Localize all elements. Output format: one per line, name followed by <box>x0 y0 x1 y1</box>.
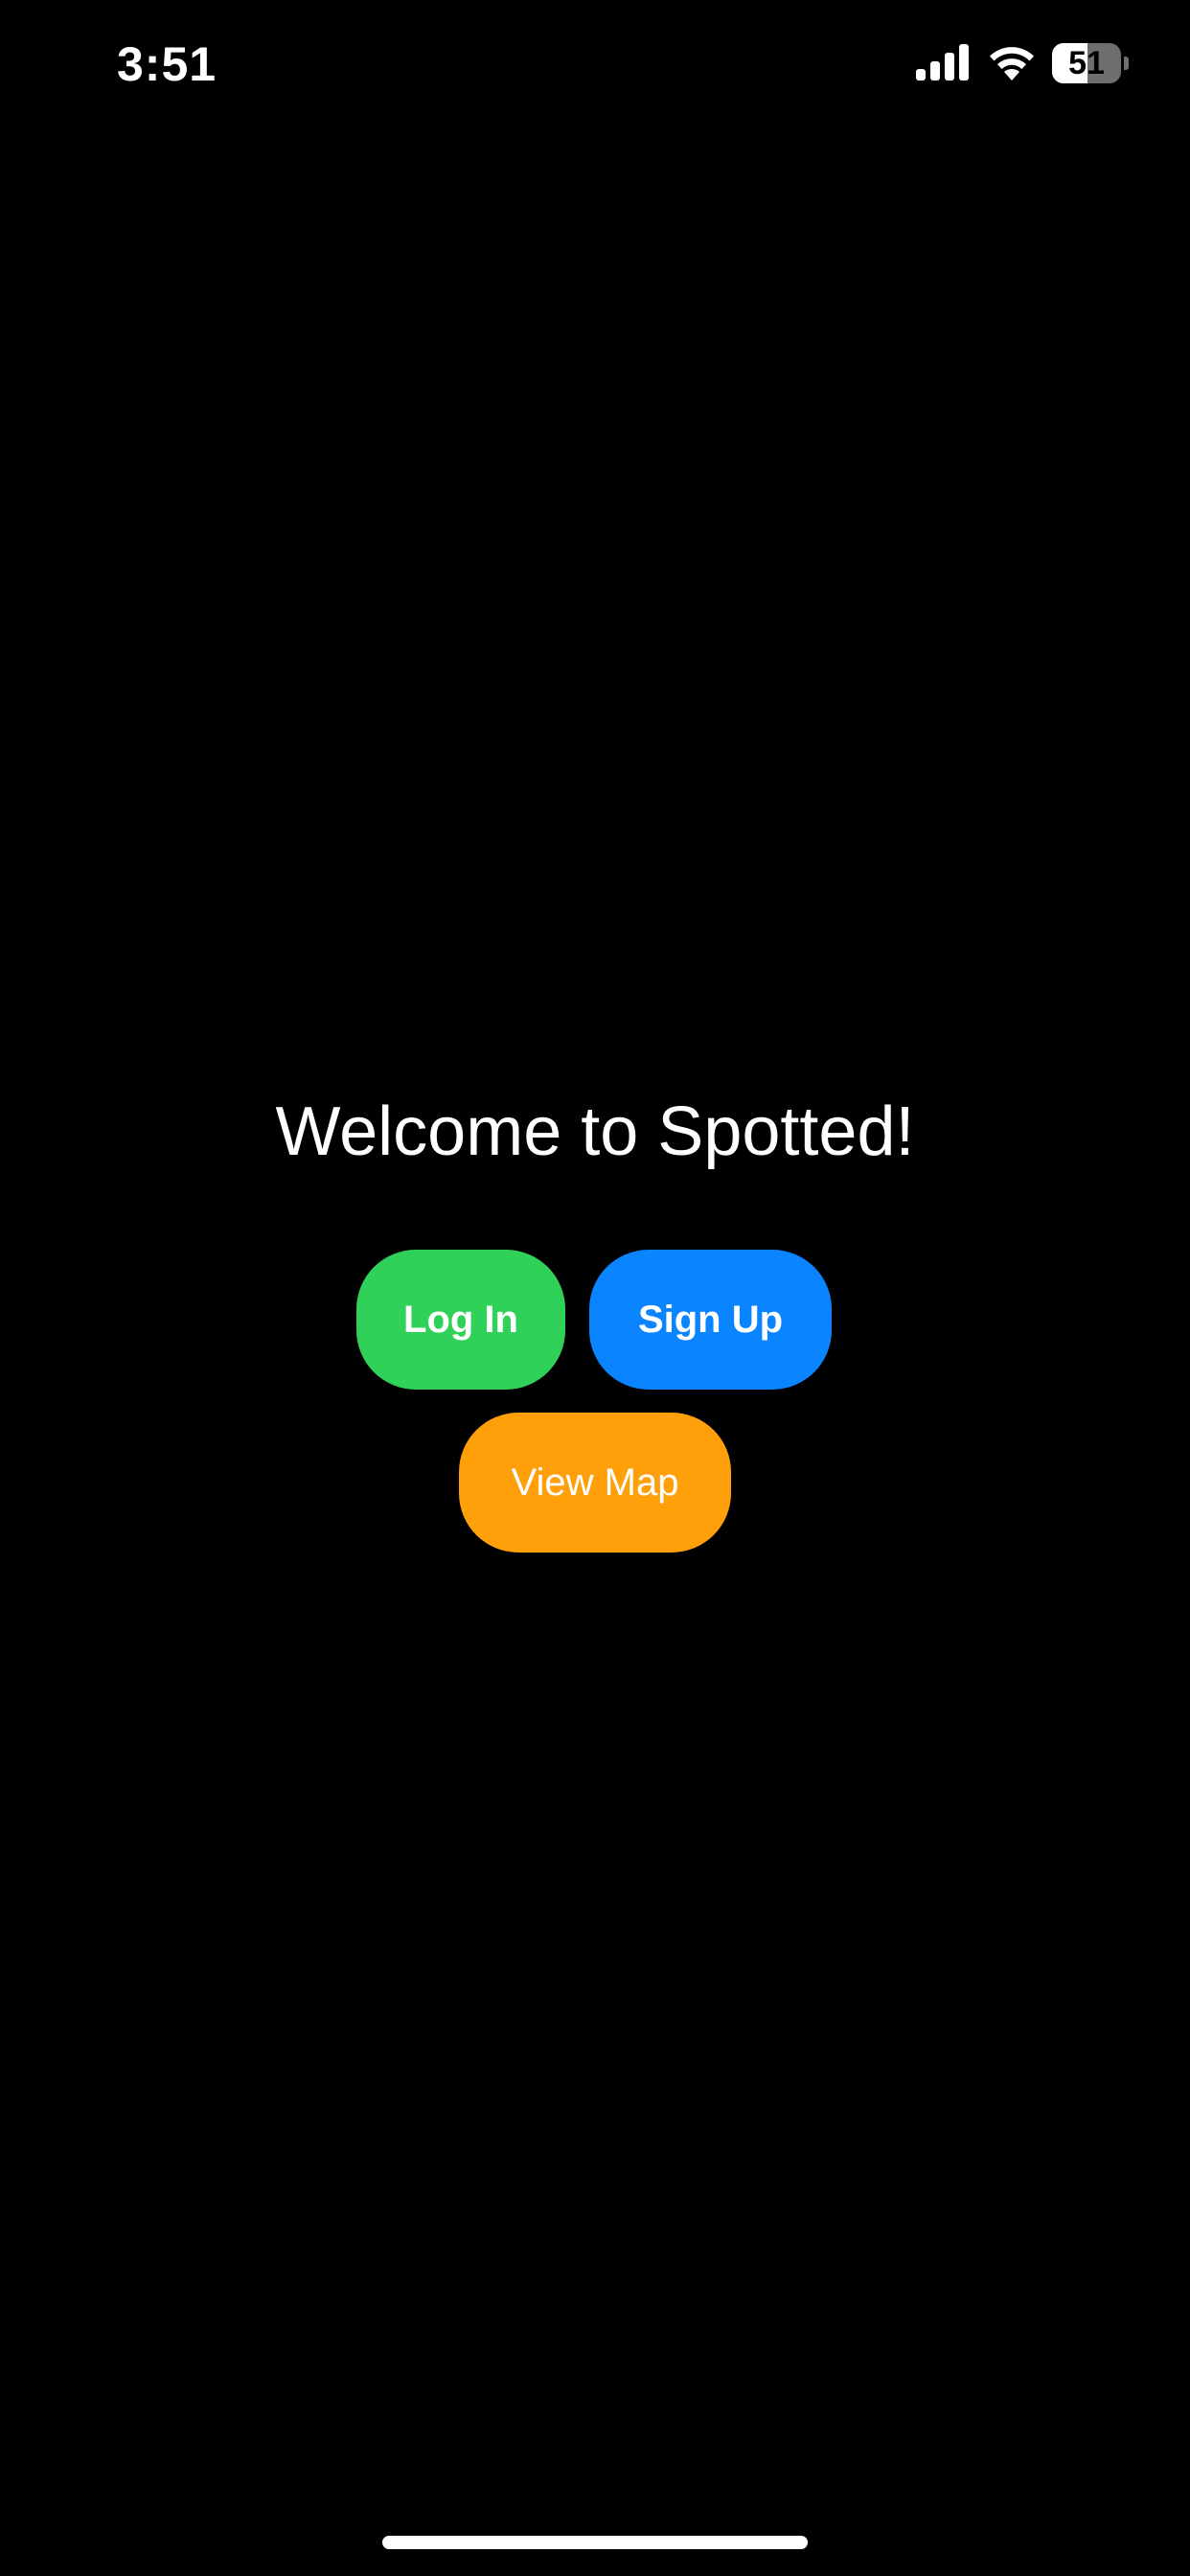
signup-button[interactable]: Sign Up <box>589 1250 832 1390</box>
home-indicator[interactable] <box>382 2536 808 2549</box>
view-map-button[interactable]: View Map <box>459 1413 731 1552</box>
login-button[interactable]: Log In <box>356 1250 565 1390</box>
signal-icon <box>916 44 969 80</box>
welcome-title: Welcome to Spotted! <box>275 1093 915 1170</box>
status-bar: 3:51 51 <box>0 0 1190 134</box>
battery-icon: 51 <box>1052 43 1129 83</box>
battery-level: 51 <box>1068 45 1105 81</box>
battery-body: 51 <box>1052 43 1121 83</box>
wifi-icon <box>990 47 1034 80</box>
battery-tip <box>1124 57 1129 70</box>
status-time: 3:51 <box>117 37 217 91</box>
